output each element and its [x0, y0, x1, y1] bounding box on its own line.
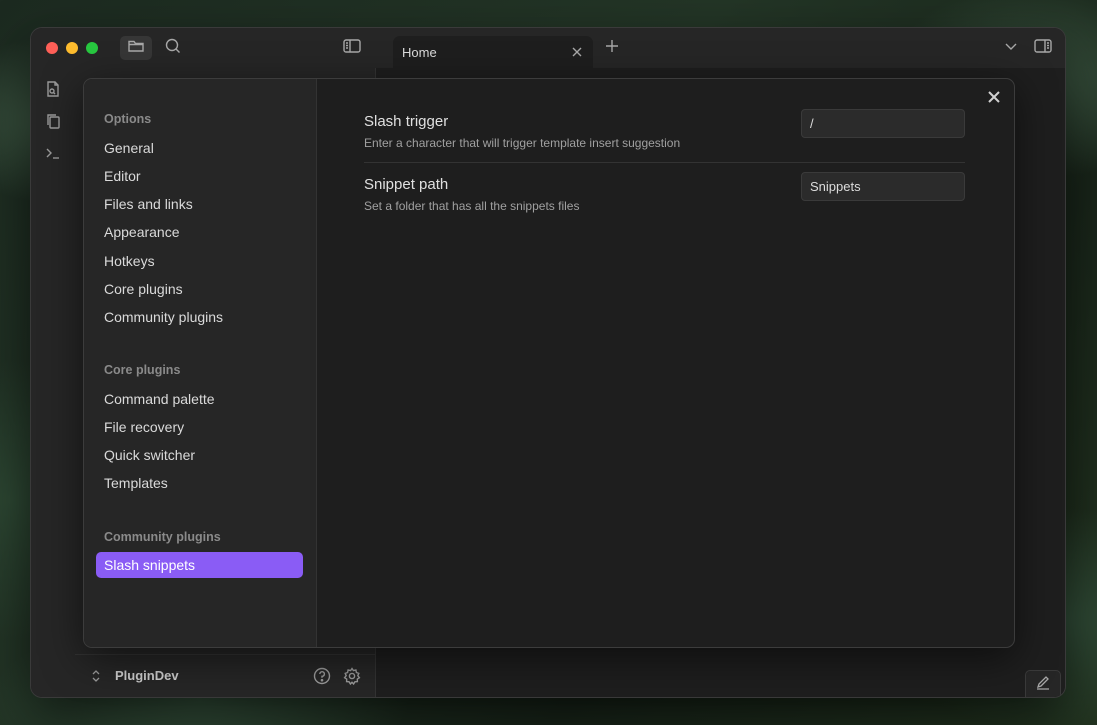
setting-description: Set a folder that has all the snippets f…: [364, 199, 580, 213]
nav-item-slash-snippets[interactable]: Slash snippets: [96, 552, 303, 578]
nav-item-quick-switcher[interactable]: Quick switcher: [96, 442, 303, 468]
nav-item-label: File recovery: [104, 419, 185, 435]
nav-item-community-plugins[interactable]: Community plugins: [96, 304, 303, 330]
nav-item-label: Command palette: [104, 391, 215, 407]
toggle-right-sidebar-button[interactable]: [1027, 36, 1059, 60]
tab-list-button[interactable]: [995, 36, 1027, 60]
copy-files-icon[interactable]: [44, 112, 62, 130]
nav-item-core-plugins[interactable]: Core plugins: [96, 276, 303, 302]
nav-item-label: General: [104, 140, 154, 156]
plus-icon: [603, 37, 621, 60]
community-plugins-heading: Community plugins: [104, 530, 221, 544]
nav-item-label: Slash snippets: [104, 557, 196, 573]
minimize-window-button[interactable]: [66, 42, 78, 54]
search-button[interactable]: [157, 36, 189, 60]
core-plugins-heading: Core plugins: [104, 363, 181, 377]
search-icon: [164, 37, 182, 60]
edit-mode-button[interactable]: [1025, 670, 1061, 697]
settings-modal: Options General Editor Files and links A…: [83, 78, 1015, 648]
help-icon[interactable]: [312, 666, 332, 686]
pencil-icon: [1035, 674, 1051, 695]
chevron-up-down-icon[interactable]: [89, 668, 103, 684]
setting-divider: [364, 162, 965, 163]
close-icon: [986, 89, 1002, 110]
snippet-path-input[interactable]: [801, 172, 965, 201]
tab-home[interactable]: Home: [393, 36, 593, 68]
vault-switcher-bar: PluginDev: [75, 654, 375, 697]
terminal-icon[interactable]: [44, 144, 62, 162]
nav-item-label: Files and links: [104, 196, 193, 212]
new-tab-button[interactable]: [596, 36, 628, 60]
slash-trigger-input[interactable]: [801, 109, 965, 138]
close-settings-button[interactable]: [982, 87, 1006, 111]
nav-item-editor[interactable]: Editor: [96, 163, 303, 189]
nav-item-general[interactable]: General: [96, 135, 303, 161]
toggle-left-sidebar-button[interactable]: [336, 36, 368, 60]
zoom-window-button[interactable]: [86, 42, 98, 54]
gear-icon[interactable]: [342, 666, 362, 686]
open-quick-switcher-icon[interactable]: [44, 80, 62, 98]
vault-name[interactable]: PluginDev: [115, 668, 179, 683]
sidebar-left-icon: [342, 37, 362, 60]
title-bar: Home: [31, 28, 1065, 68]
nav-item-label: Appearance: [104, 224, 180, 240]
close-window-button[interactable]: [46, 42, 58, 54]
nav-item-command-palette[interactable]: Command palette: [96, 386, 303, 412]
setting-description: Enter a character that will trigger temp…: [364, 136, 681, 150]
nav-item-label: Quick switcher: [104, 447, 196, 463]
nav-item-appearance[interactable]: Appearance: [96, 219, 303, 245]
tab-title: Home: [402, 45, 437, 60]
nav-item-file-recovery[interactable]: File recovery: [96, 414, 303, 440]
nav-item-label: Templates: [104, 475, 168, 491]
nav-item-files-and-links[interactable]: Files and links: [96, 191, 303, 217]
options-heading: Options: [104, 112, 152, 126]
nav-item-label: Editor: [104, 168, 141, 184]
nav-item-templates[interactable]: Templates: [96, 470, 303, 496]
nav-item-label: Community plugins: [104, 309, 224, 325]
chevron-down-icon: [1002, 37, 1020, 60]
sidebar-right-icon: [1033, 37, 1053, 60]
nav-item-label: Hotkeys: [104, 253, 155, 269]
nav-item-hotkeys[interactable]: Hotkeys: [96, 248, 303, 274]
close-tab-icon[interactable]: [569, 44, 585, 60]
left-ribbon: [31, 68, 76, 697]
setting-name: Slash trigger: [364, 113, 449, 130]
settings-sidebar: Options General Editor Files and links A…: [84, 79, 317, 647]
nav-item-label: Core plugins: [104, 281, 183, 297]
setting-name: Snippet path: [364, 176, 449, 193]
file-explorer-button[interactable]: [120, 36, 152, 60]
folder-icon: [127, 37, 145, 60]
